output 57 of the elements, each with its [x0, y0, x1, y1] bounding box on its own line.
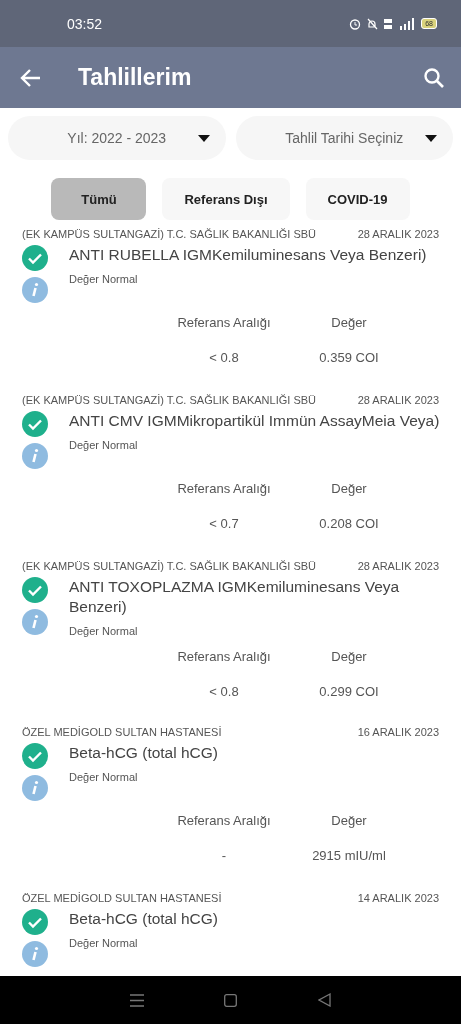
result-date: 28 ARALIK 2023	[357, 228, 439, 240]
reference-range: < 0.8	[208, 350, 240, 365]
column-header: Referans Aralığı	[176, 315, 272, 330]
hospital-name: (EK KAMPÜS SULTANGAZİ) T.C. SAĞLIK BAKANLIĞI SBÜ	[22, 394, 317, 406]
check-icon	[22, 909, 48, 935]
reference-range: -	[220, 848, 228, 863]
reference-range: < 0.8	[208, 684, 240, 699]
menu-icon[interactable]	[130, 993, 145, 1007]
hospital-name: (EK KAMPÜS SULTANGAZİ) T.C. SAĞLIK BAKANLIĞI SBÜ	[22, 228, 317, 240]
test-name: ANTI CMV IGMMikropartikül Immün AssayMeia Veya)	[69, 411, 441, 431]
screen-title: Tahlillerim	[78, 64, 192, 91]
result-value: 0.208 COI	[318, 516, 380, 531]
test-name: ANTI RUBELLA IGMKemiluminesans Veya Benzeri)	[69, 245, 428, 265]
hospital-name: ÖZEL MEDİGOLD SULTAN HASTANESİ	[22, 892, 222, 904]
muted-bell-icon	[366, 17, 379, 30]
result-status: Değer Normal	[69, 771, 139, 783]
result-date: 28 ARALIK 2023	[357, 394, 439, 406]
filter-tab[interactable]: Tümü	[51, 178, 147, 220]
test-name: Beta-hCG (total hCG)	[69, 909, 220, 929]
hospital-name: ÖZEL MEDİGOLD SULTAN HASTANESİ	[22, 726, 222, 738]
filter-tab[interactable]: Referans Dışı	[162, 178, 290, 220]
result-status: Değer Normal	[69, 273, 139, 285]
column-header: Referans Aralığı	[176, 481, 272, 496]
status-time: 03:52	[67, 15, 103, 32]
result-status: Değer Normal	[69, 439, 139, 451]
result-date: 14 ARALIK 2023	[357, 892, 439, 904]
check-icon	[22, 577, 48, 603]
result-status: Değer Normal	[69, 937, 139, 949]
result-date: 28 ARALIK 2023	[357, 560, 439, 572]
dropdown-caret-icon	[425, 134, 437, 142]
result-value: 2915 mIU/ml	[311, 848, 387, 863]
back-icon[interactable]	[317, 993, 331, 1007]
dropdown[interactable]: Yıl: 2022 - 2023	[8, 116, 226, 160]
result-date: 16 ARALIK 2023	[357, 726, 439, 738]
column-header: Değer	[330, 813, 368, 828]
result-value: 0.359 COI	[318, 350, 380, 365]
signal-icon	[398, 17, 417, 30]
home-icon[interactable]	[224, 993, 238, 1007]
hospital-name: (EK KAMPÜS SULTANGAZİ) T.C. SAĞLIK BAKANLIĞI SBÜ	[22, 560, 317, 572]
check-icon	[22, 245, 48, 271]
dropdown[interactable]: Tahlil Tarihi Seçiniz	[235, 116, 453, 160]
filter-tab[interactable]: COVID-19	[305, 178, 410, 220]
column-header: Referans Aralığı	[176, 813, 272, 828]
test-name: ANTI TOXOPLAZMA IGMKemiluminesans Veya Benzeri)	[69, 577, 401, 617]
dropdown-caret-icon	[197, 134, 210, 142]
result-value: 0.299 COI	[318, 684, 380, 699]
search-button[interactable]	[423, 66, 445, 89]
column-header: Referans Aralığı	[176, 649, 272, 664]
column-header: Değer	[330, 315, 368, 330]
test-name: Beta-hCG (total hCG)	[69, 743, 220, 763]
check-icon	[22, 743, 48, 769]
column-header: Değer	[330, 481, 368, 496]
result-status: Değer Normal	[69, 625, 139, 637]
back-button[interactable]	[20, 66, 42, 89]
check-icon	[22, 411, 48, 437]
reference-range: < 0.7	[208, 516, 240, 531]
column-header: Değer	[330, 649, 368, 664]
